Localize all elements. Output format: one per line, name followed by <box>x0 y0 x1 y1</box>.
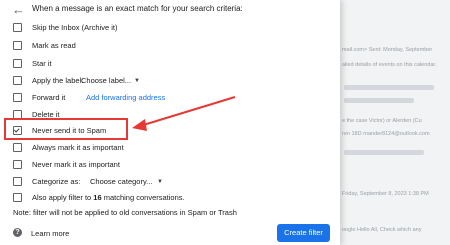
annotation-arrow-icon <box>132 96 236 131</box>
